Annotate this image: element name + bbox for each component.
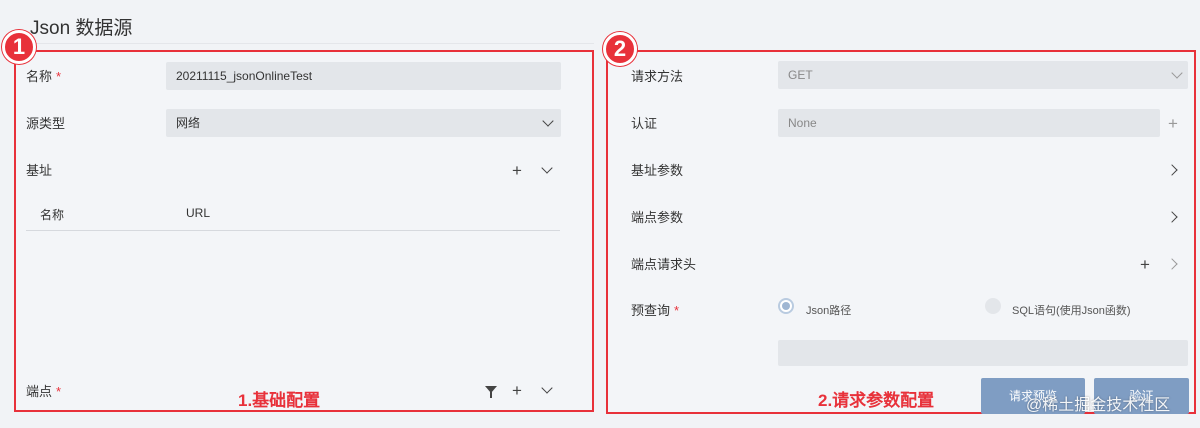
table-header-name: 名称	[40, 208, 65, 222]
radio-sql[interactable]	[985, 298, 1001, 314]
basic-config-panel	[14, 50, 594, 412]
base-params-label: 基址参数	[631, 163, 684, 178]
base-address-label: 基址	[26, 163, 53, 178]
auth-label: 认证	[631, 116, 658, 131]
radio-sql-label: SQL语句(使用Json函数)	[1012, 305, 1131, 317]
prequery-label: 预查询 *	[631, 303, 680, 318]
source-type-label: 源类型	[26, 116, 66, 131]
table-header-url: URL	[186, 206, 211, 220]
table-divider	[26, 230, 560, 231]
endpoint-label: 端点 *	[26, 384, 62, 399]
add-icon[interactable]: +	[1168, 115, 1178, 132]
source-type-select[interactable]: 网络	[166, 109, 561, 137]
request-config-caption: 2.请求参数配置	[818, 391, 935, 410]
filter-icon[interactable]	[485, 386, 497, 398]
title-divider	[14, 43, 594, 44]
name-input[interactable]: 20211115_jsonOnlineTest	[166, 62, 561, 90]
request-method-select[interactable]: GET	[778, 61, 1188, 89]
radio-json-path-label: Json路径	[806, 305, 852, 317]
endpoint-headers-label: 端点请求头	[631, 257, 697, 272]
auth-select[interactable]: None	[778, 109, 1160, 137]
watermark: @稀土掘金技术社区	[1026, 397, 1171, 414]
request-method-label: 请求方法	[631, 69, 684, 84]
add-icon[interactable]: +	[512, 382, 522, 399]
step-badge-2: 2	[603, 32, 637, 66]
page-title: Json 数据源	[30, 18, 133, 39]
radio-json-path[interactable]	[778, 298, 794, 314]
add-icon[interactable]: +	[1140, 256, 1150, 273]
prequery-input[interactable]	[778, 340, 1188, 366]
step-badge-1: 1	[2, 30, 36, 64]
name-label: 名称 *	[26, 69, 62, 84]
endpoint-params-label: 端点参数	[631, 210, 684, 225]
basic-config-caption: 1.基础配置	[238, 391, 321, 410]
add-icon[interactable]: +	[512, 162, 522, 179]
